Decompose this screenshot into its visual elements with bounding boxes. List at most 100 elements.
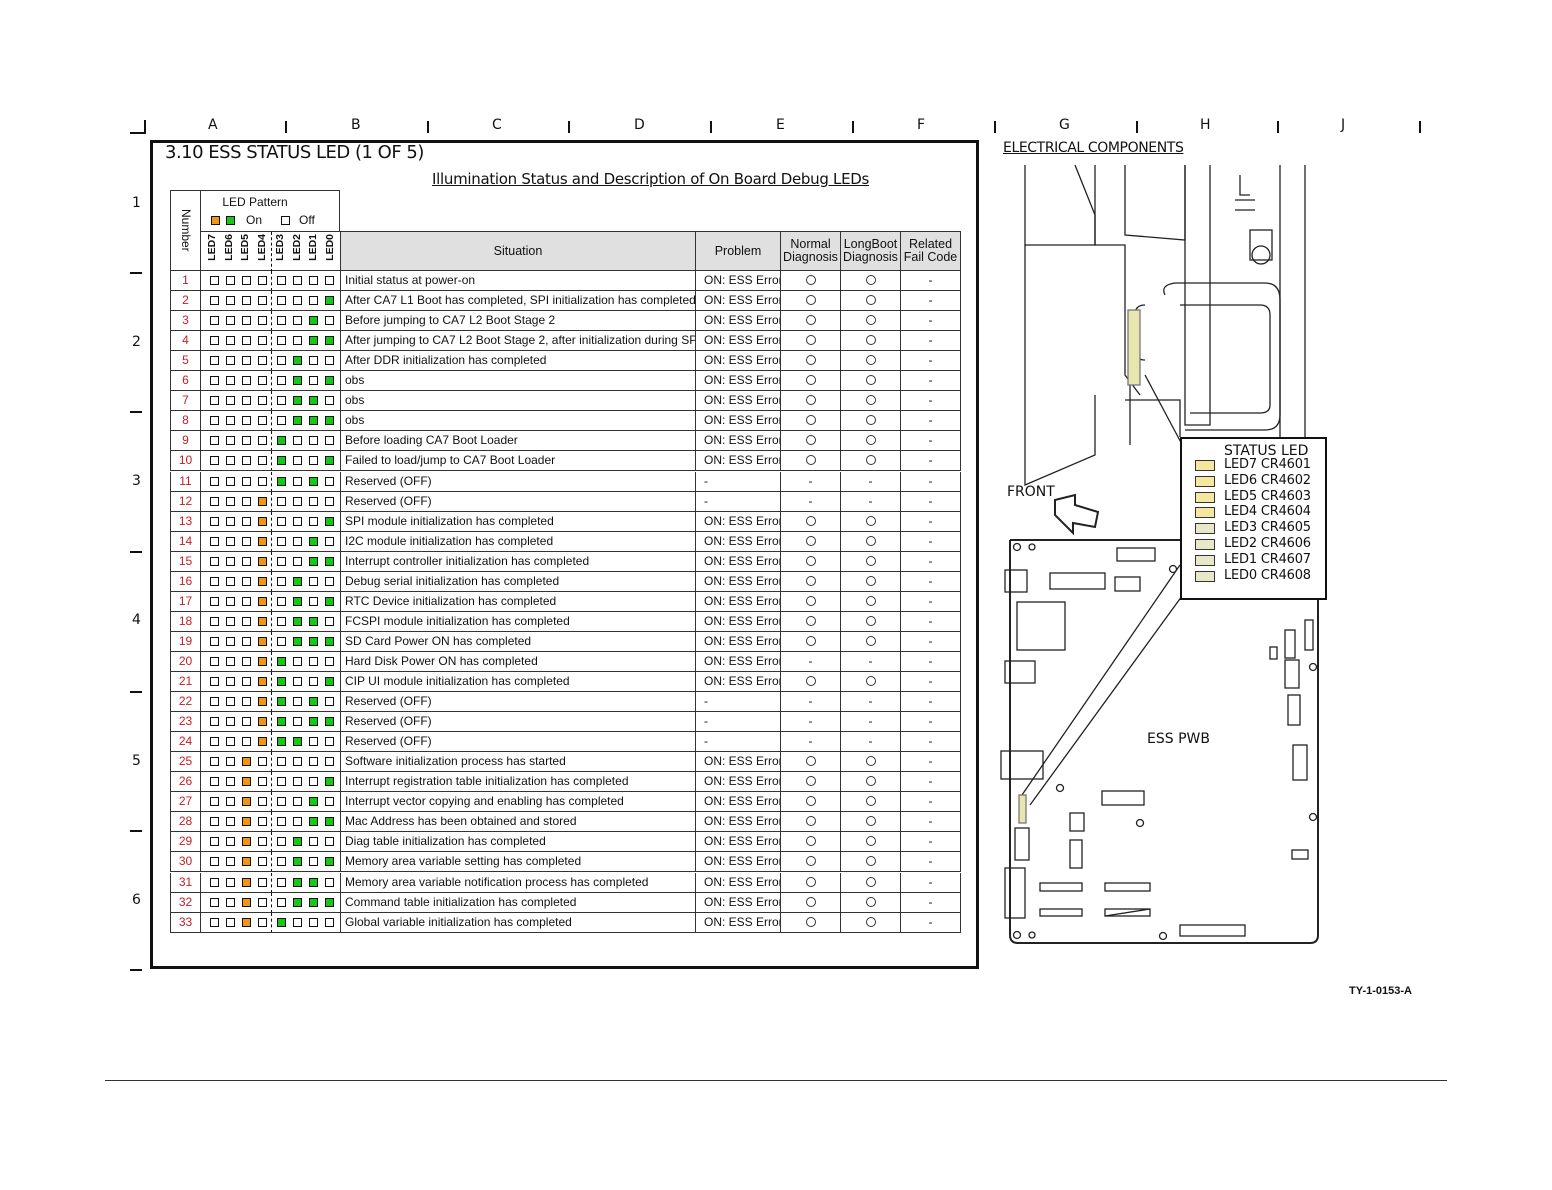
grid-column-label: C — [492, 117, 502, 133]
header-situation: Situation — [340, 231, 696, 271]
status-led-chip-icon — [1195, 570, 1215, 582]
fail-code-cell: - — [900, 772, 961, 793]
normal-diagnosis-cell — [780, 892, 841, 913]
led-on-indicator — [242, 897, 251, 907]
led-off-indicator — [293, 336, 302, 346]
led-off-indicator — [226, 837, 235, 847]
supported-circle-icon — [865, 435, 876, 446]
led-on-indicator — [325, 596, 334, 606]
row-number: 5 — [170, 351, 201, 372]
supported-circle-icon — [805, 555, 816, 566]
supported-circle-icon — [805, 275, 816, 285]
led-group-divider — [271, 232, 272, 272]
led-off-indicator — [293, 276, 302, 285]
supported-circle-icon — [805, 635, 816, 646]
led-off-indicator — [309, 296, 318, 306]
table-row: 6 obs ON: ESS Error - — [170, 371, 961, 392]
situation-text: obs — [340, 371, 696, 392]
led-off-indicator — [258, 757, 267, 767]
grid-tick — [1136, 121, 1138, 133]
supported-circle-icon — [865, 836, 876, 847]
led-pattern — [200, 551, 341, 572]
row-number: 30 — [170, 852, 201, 873]
led-column-header: LED6 — [222, 234, 235, 261]
longboot-diagnosis-cell — [840, 371, 901, 392]
supported-circle-icon — [805, 676, 816, 686]
longboot-diagnosis-cell — [840, 551, 901, 572]
row-number: 8 — [170, 411, 201, 432]
longboot-diagnosis-cell: - — [840, 651, 901, 672]
led-off-indicator — [242, 717, 251, 727]
led-off-indicator — [226, 777, 235, 787]
led-off-indicator — [226, 276, 235, 285]
led-on-indicator — [309, 897, 318, 907]
status-led-label: LED0 CR4608 — [1224, 567, 1311, 583]
led-on-indicator — [309, 416, 318, 426]
led-group-divider — [271, 491, 272, 511]
led-off-indicator — [226, 897, 235, 907]
led-group-divider — [271, 611, 272, 631]
grid-tick — [852, 121, 854, 133]
led-off-indicator — [309, 837, 318, 847]
led-off-indicator — [309, 757, 318, 767]
supported-circle-icon — [865, 856, 876, 867]
fail-code-cell: - — [900, 311, 961, 332]
led-off-indicator — [293, 677, 302, 686]
fail-code-cell: - — [900, 872, 961, 893]
led-off-indicator — [226, 316, 235, 326]
led-column-header: LED1 — [307, 234, 319, 261]
grid-tick — [994, 121, 996, 133]
situation-text: RTC Device initialization has completed — [340, 591, 696, 612]
normal-diagnosis-cell — [780, 591, 841, 612]
led-pattern — [200, 411, 341, 432]
led-off-indicator — [210, 656, 219, 666]
supported-circle-icon — [865, 876, 876, 887]
normal-diagnosis-cell — [780, 571, 841, 592]
supported-circle-icon — [805, 435, 816, 446]
normal-diagnosis-cell — [780, 371, 841, 392]
led-off-indicator — [242, 416, 251, 426]
grid-column-label: B — [351, 117, 361, 133]
normal-diagnosis-cell: - — [780, 471, 841, 492]
led-off-indicator — [210, 797, 219, 807]
normal-diagnosis-cell — [780, 631, 841, 652]
led-group-divider — [271, 752, 272, 772]
table-row: 16 Debug serial initialization has comple… — [170, 571, 961, 592]
row-number: 19 — [170, 631, 201, 652]
led-pattern — [200, 772, 341, 793]
situation-text: Reserved (OFF) — [340, 732, 696, 753]
led-off-indicator — [242, 576, 251, 586]
grid-tick — [130, 551, 142, 553]
led-off-indicator — [242, 677, 251, 686]
led-off-indicator — [258, 356, 267, 366]
led-pattern — [200, 792, 341, 813]
led-on-indicator — [258, 677, 267, 686]
row-number: 20 — [170, 651, 201, 672]
led-pattern — [200, 371, 341, 392]
led-off-indicator — [277, 757, 286, 767]
led-on-indicator — [258, 536, 267, 546]
supported-circle-icon — [805, 355, 816, 366]
led-off-indicator — [277, 276, 286, 285]
led-off-indicator — [210, 636, 219, 646]
situation-text: Interrupt vector copying and enabling ha… — [340, 792, 696, 813]
led-off-indicator — [210, 857, 219, 867]
led-on-indicator — [309, 877, 318, 887]
row-number: 3 — [170, 311, 201, 332]
led-on-indicator — [293, 877, 302, 887]
fail-code-cell: - — [900, 852, 961, 873]
supported-circle-icon — [805, 295, 816, 306]
led-group-divider — [271, 571, 272, 591]
status-led-label: LED3 CR4605 — [1224, 520, 1311, 536]
status-led-label: LED5 CR4603 — [1224, 488, 1311, 504]
grid-column-label: A — [208, 117, 218, 133]
led-off-indicator — [325, 757, 334, 767]
led-on-indicator — [258, 737, 267, 747]
led-on-indicator — [277, 697, 286, 707]
fail-code-cell: - — [900, 912, 961, 933]
led-off-indicator — [325, 917, 334, 927]
problem-text: ON: ESS Error — [695, 331, 781, 352]
normal-diagnosis-cell: - — [780, 732, 841, 753]
row-number: 10 — [170, 451, 201, 472]
figure-id: TY-1-0153-A — [1349, 985, 1412, 997]
